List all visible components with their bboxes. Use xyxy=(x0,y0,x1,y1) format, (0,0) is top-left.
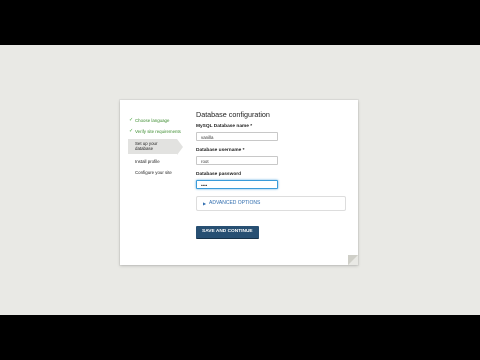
db-username-label: Database username * xyxy=(196,148,245,153)
installer-background: ✓ Choose language ✓ Verify site requirem… xyxy=(0,45,480,315)
advanced-options-toggle[interactable]: ▶ ADVANCED OPTIONS xyxy=(196,196,346,211)
database-form: Database configuration MySQL Database na… xyxy=(196,110,348,239)
step-configure-site: Configure your site xyxy=(128,168,183,177)
step-label: Choose language xyxy=(135,118,170,123)
step-label: Set up your database xyxy=(135,140,158,152)
step-label: Verify site requirements xyxy=(135,129,181,135)
check-icon: ✓ xyxy=(129,128,134,135)
save-and-continue-button[interactable]: SAVE AND CONTINUE xyxy=(196,226,259,239)
db-name-input[interactable]: vanilla xyxy=(196,132,278,141)
step-label: Configure your site xyxy=(135,170,172,176)
step-install-profile: Install profile xyxy=(128,157,183,166)
advanced-options-label: ADVANCED OPTIONS xyxy=(209,200,261,206)
step-set-up-database: Set up your database xyxy=(128,138,183,155)
step-choose-language: ✓ Choose language xyxy=(128,116,183,125)
db-username-input[interactable]: root xyxy=(196,156,278,165)
check-icon: ✓ xyxy=(129,117,134,123)
step-label: Install profile xyxy=(135,158,160,164)
db-password-input[interactable]: •••• xyxy=(196,180,278,189)
db-password-label: Database password xyxy=(196,172,242,177)
installer-card: ✓ Choose language ✓ Verify site requirem… xyxy=(120,100,358,265)
form-title: Database configuration xyxy=(196,110,270,119)
step-verify-requirements: ✓ Verify site requirements xyxy=(128,127,183,136)
page-curl-decoration xyxy=(348,255,358,265)
db-name-label: MySQL Database name * xyxy=(196,124,253,129)
install-steps-list: ✓ Choose language ✓ Verify site requirem… xyxy=(128,116,183,179)
triangle-right-icon: ▶ xyxy=(203,201,207,206)
